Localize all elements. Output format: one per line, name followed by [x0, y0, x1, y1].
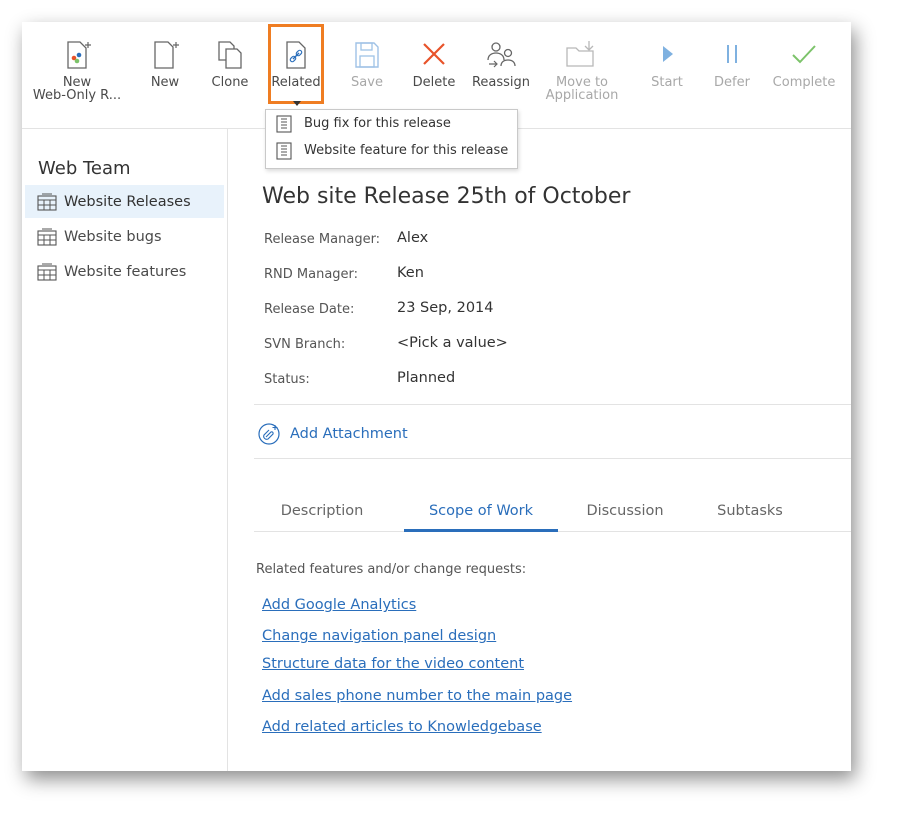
record-title: Web site Release 25th of October: [262, 184, 631, 209]
menu-item-website-feature[interactable]: Website feature for this release: [266, 137, 517, 164]
reassign-users-icon: [468, 30, 534, 76]
menu-item-bug-fix[interactable]: Bug fix for this release: [266, 110, 517, 137]
field-value-rnd-manager[interactable]: Ken: [397, 265, 424, 281]
related-link[interactable]: Add Google Analytics: [262, 597, 416, 613]
new-document-icon: [140, 30, 190, 76]
paperclip-add-icon: [258, 423, 280, 445]
tab-discussion[interactable]: Discussion: [570, 493, 680, 529]
add-attachment-label: Add Attachment: [290, 426, 408, 442]
delete-label: Delete: [412, 75, 456, 90]
related-link[interactable]: Change navigation panel design: [262, 628, 496, 644]
start-button[interactable]: Start: [642, 30, 692, 89]
menu-item-label: Bug fix for this release: [304, 116, 451, 131]
clone-icon: [205, 30, 255, 76]
sidebar-item-website-bugs[interactable]: Website bugs: [25, 220, 224, 253]
field-label-release-date: Release Date:: [264, 302, 355, 317]
divider: [254, 458, 851, 459]
sidebar-title: Web Team: [38, 158, 131, 179]
clone-button[interactable]: Clone: [205, 30, 255, 89]
menu-item-label: Website feature for this release: [304, 143, 509, 158]
save-label: Save: [351, 75, 383, 90]
pause-icon: [708, 30, 756, 76]
app-window: New Web-Only R... New Clone Related Save…: [22, 22, 851, 771]
related-dropdown-menu: Bug fix for this release Website feature…: [265, 109, 518, 169]
related-link[interactable]: Add related articles to Knowledgebase: [262, 719, 542, 735]
new-webonly-icon: [30, 30, 124, 76]
list-document-icon: [276, 141, 292, 160]
scope-intro-text: Related features and/or change requests:: [256, 562, 527, 577]
new-label: New: [150, 75, 180, 90]
move-folder-icon: [540, 30, 624, 76]
clone-label: Clone: [211, 75, 249, 90]
new-webonly-label: New Web-Only R...: [32, 75, 122, 103]
list-document-icon: [276, 114, 292, 133]
field-label-rnd-manager: RND Manager:: [264, 267, 359, 282]
app-table-icon: [37, 193, 57, 211]
field-value-release-manager[interactable]: Alex: [397, 230, 428, 246]
tab-subtasks[interactable]: Subtasks: [700, 493, 800, 529]
complete-label: Complete: [772, 75, 836, 90]
defer-label: Defer: [714, 75, 750, 90]
field-value-status[interactable]: Planned: [397, 370, 455, 386]
caret-down-icon[interactable]: [293, 101, 301, 106]
field-label-release-manager: Release Manager:: [264, 232, 381, 247]
complete-button[interactable]: Complete: [770, 30, 838, 89]
tab-description[interactable]: Description: [262, 493, 382, 529]
save-icon: [343, 30, 391, 76]
save-button[interactable]: Save: [343, 30, 391, 89]
sidebar-item-website-releases[interactable]: Website Releases: [25, 185, 224, 218]
app-table-icon: [37, 228, 57, 246]
sidebar: Web Team Website Releases Website bugs W…: [22, 129, 228, 771]
tab-scope-of-work[interactable]: Scope of Work: [404, 493, 558, 532]
move-to-application-button[interactable]: Move to Application: [540, 30, 624, 102]
divider: [254, 404, 851, 405]
app-table-icon: [37, 263, 57, 281]
field-value-svn-branch[interactable]: <Pick a value>: [397, 335, 508, 351]
reassign-label: Reassign: [471, 75, 531, 90]
related-link[interactable]: Structure data for the video content: [262, 656, 524, 672]
move-to-application-label: Move to Application: [545, 75, 619, 103]
field-label-svn-branch: SVN Branch:: [264, 337, 346, 352]
record-tabs: Description Scope of Work Discussion Sub…: [254, 493, 851, 532]
delete-x-icon: [406, 30, 462, 76]
related-highlight-frame: [268, 24, 324, 104]
field-value-release-date[interactable]: 23 Sep, 2014: [397, 300, 494, 316]
related-link[interactable]: Add sales phone number to the main page: [262, 688, 572, 704]
defer-button[interactable]: Defer: [708, 30, 756, 89]
sidebar-item-label: Website features: [64, 263, 187, 280]
delete-button[interactable]: Delete: [406, 30, 462, 89]
play-icon: [642, 30, 692, 76]
checkmark-icon: [770, 30, 838, 76]
field-label-status: Status:: [264, 372, 310, 387]
start-label: Start: [651, 75, 683, 90]
sidebar-item-label: Website bugs: [64, 228, 162, 245]
new-webonly-button[interactable]: New Web-Only R...: [30, 30, 124, 102]
sidebar-item-label: Website Releases: [64, 193, 191, 210]
reassign-button[interactable]: Reassign: [468, 30, 534, 89]
add-attachment-link[interactable]: Add Attachment: [258, 423, 408, 445]
sidebar-item-website-features[interactable]: Website features: [25, 255, 224, 288]
new-button[interactable]: New: [140, 30, 190, 89]
